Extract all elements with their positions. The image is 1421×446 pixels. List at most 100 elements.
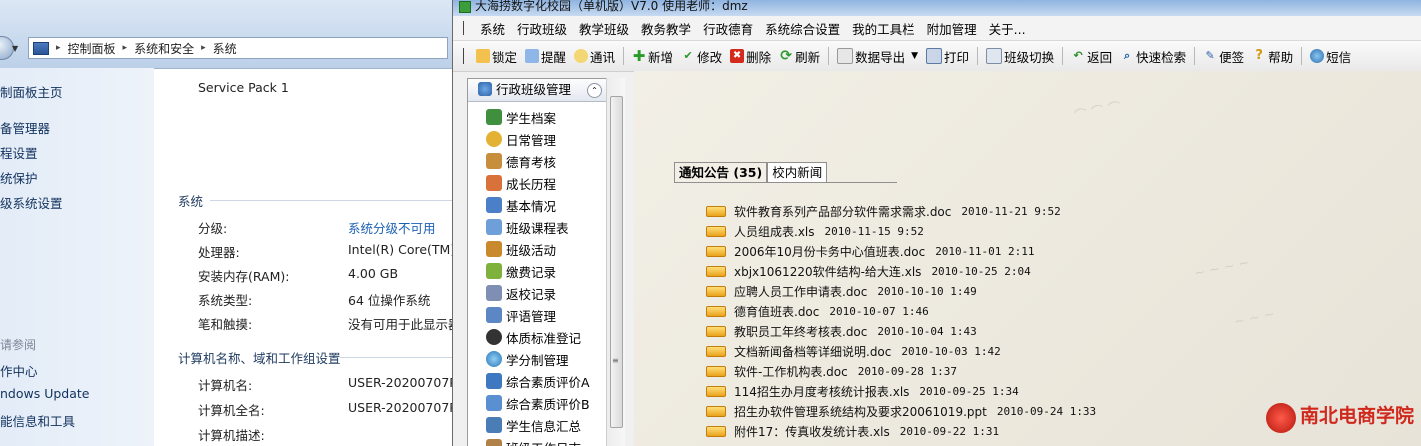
data-export-button[interactable]: 数据导出 bbox=[833, 47, 909, 66]
sms-button[interactable]: 短信 bbox=[1306, 47, 1355, 66]
list-item[interactable]: 软件-工作机构表.doc 2010-09-28 1:37 bbox=[706, 363, 957, 380]
list-item[interactable]: 德育值班表.doc 2010-10-07 1:46 bbox=[706, 303, 929, 320]
menu-teaching-class[interactable]: 教学班级 bbox=[573, 19, 635, 38]
list-item[interactable]: 2006年10月份卡务中心值班表.doc 2010-11-01 2:11 bbox=[706, 243, 1035, 260]
nav-item-moral-assessment[interactable]: 德育考核 bbox=[486, 150, 556, 172]
link-windows-update[interactable]: ndows Update bbox=[0, 386, 89, 401]
nav-item-student-summary[interactable]: 学生信息汇总 bbox=[486, 414, 581, 436]
export-dropdown-icon[interactable]: ▼ bbox=[911, 51, 918, 61]
computer-description-label: 计算机描述: bbox=[198, 428, 265, 443]
control-panel-sidebar: 制面板主页 备管理器 程设置 统保护 级系统设置 请参阅 作中心 ndows U… bbox=[0, 68, 154, 446]
link-remote-settings[interactable]: 程设置 bbox=[0, 143, 38, 162]
list-item[interactable]: 114招生办月度考核统计报表.xls 2010-09-25 1:34 bbox=[706, 383, 1019, 400]
plus-icon: ✚ bbox=[632, 47, 646, 65]
scrollbar-thumb[interactable] bbox=[610, 96, 623, 428]
tab-campus-news[interactable]: 校内新闻 bbox=[767, 162, 828, 182]
nav-item-class-timetable[interactable]: 班级课程表 bbox=[486, 216, 569, 238]
app-title: 大海捞数字化校园（单机版）V7.0 使用老师：dmz bbox=[475, 0, 748, 13]
list-item[interactable]: 软件教育系列产品部分软件需求需求.doc 2010-11-21 9:52 bbox=[706, 203, 1061, 220]
new-badge-icon bbox=[706, 366, 726, 377]
rating-label: 分级: bbox=[198, 221, 228, 236]
timetable-icon bbox=[486, 219, 502, 235]
new-badge-icon bbox=[706, 406, 726, 417]
menu-system-settings[interactable]: 系统综合设置 bbox=[759, 19, 846, 38]
breadcrumb-control-panel[interactable]: 控制面板 bbox=[68, 40, 116, 57]
list-item[interactable]: xbjx1061220软件结构-给大连.xls 2010-10-25 2:04 bbox=[706, 263, 1031, 280]
list-item[interactable]: 人员组成表.xls 2010-11-15 9:52 bbox=[706, 223, 924, 240]
menu-moral-education[interactable]: 行政德育 bbox=[697, 19, 759, 38]
processor-value: Intel(R) Core(TM) bbox=[348, 242, 452, 257]
menu-academic-affairs[interactable]: 教务教学 bbox=[635, 19, 697, 38]
nav-item-daily-management[interactable]: 日常管理 bbox=[486, 128, 556, 150]
computer-name-label: 计算机名: bbox=[198, 378, 253, 393]
breadcrumb-system[interactable]: 系统 bbox=[213, 40, 237, 57]
new-badge-icon bbox=[706, 426, 726, 437]
help-button[interactable]: ? 帮助 bbox=[1248, 47, 1297, 66]
menu-system[interactable]: 系统 bbox=[474, 19, 511, 38]
link-advanced-settings[interactable]: 级系统设置 bbox=[0, 193, 63, 212]
delete-button[interactable]: ✖ 删除 bbox=[726, 47, 775, 66]
system-section-heading: 系统 bbox=[178, 194, 204, 209]
scale-icon bbox=[486, 153, 502, 169]
pin-icon: ✎ bbox=[1205, 49, 1215, 62]
list-item[interactable]: 应聘人员工作申请表.doc 2010-10-10 1:49 bbox=[706, 283, 977, 300]
reminder-icon bbox=[525, 49, 540, 63]
rating-value-link[interactable]: 系统分级不可用 bbox=[348, 218, 436, 237]
activity-icon bbox=[486, 241, 502, 257]
sticky-note-button[interactable]: ✎ 便签 bbox=[1199, 47, 1248, 66]
list-item[interactable]: 附件17：传真收发统计表.xls 2010-09-22 1:31 bbox=[706, 423, 999, 440]
switch-class-button[interactable]: 班级切换 bbox=[982, 47, 1058, 66]
nav-item-quality-evaluation-b[interactable]: 综合素质评价B bbox=[486, 392, 590, 414]
nav-item-comments[interactable]: 评语管理 bbox=[486, 304, 556, 326]
menu-my-toolbar[interactable]: 我的工具栏 bbox=[846, 19, 921, 38]
list-item[interactable]: 文档新闻备档等详细说明.doc 2010-10-03 1:42 bbox=[706, 343, 1001, 360]
link-control-panel-home[interactable]: 制面板主页 bbox=[0, 82, 63, 101]
menu-extra-management[interactable]: 附加管理 bbox=[921, 19, 983, 38]
refresh-button[interactable]: ⟳ 刷新 bbox=[775, 47, 824, 66]
lock-button[interactable]: 锁定 bbox=[472, 47, 521, 66]
info-icon bbox=[486, 197, 502, 213]
link-performance-tools[interactable]: 能信息和工具 bbox=[0, 411, 75, 430]
back-icon: ↶ bbox=[1073, 49, 1083, 62]
menu-admin-class[interactable]: 行政班级 bbox=[511, 19, 573, 38]
print-button[interactable]: 打印 bbox=[922, 47, 973, 66]
nav-item-student-records[interactable]: 学生档案 bbox=[486, 106, 556, 128]
collapse-chevron-icon[interactable]: ⌃ bbox=[587, 83, 602, 98]
system-type-value: 64 位操作系统 bbox=[348, 293, 431, 308]
nav-item-growth-history[interactable]: 成长历程 bbox=[486, 172, 556, 194]
watermark-text: 南北电商学院 bbox=[1300, 405, 1415, 427]
forward-arrow-icon[interactable]: ▼ bbox=[12, 44, 18, 53]
new-badge-icon bbox=[706, 286, 726, 297]
nav-item-fee-records[interactable]: 缴费记录 bbox=[486, 260, 556, 282]
menu-about[interactable]: 关于... bbox=[983, 19, 1032, 38]
list-item[interactable]: 教职员工年终考核表.doc 2010-10-04 1:43 bbox=[706, 323, 977, 340]
link-device-manager[interactable]: 备管理器 bbox=[0, 118, 50, 137]
app-title-bar[interactable]: 大海捞数字化校园（单机版）V7.0 使用老师：dmz bbox=[453, 0, 1421, 16]
panel-scrollbar[interactable]: ≡ bbox=[606, 78, 625, 446]
nav-item-class-work-log[interactable]: 班级工作日志 bbox=[486, 436, 581, 446]
nav-item-credit-system[interactable]: 学分制管理 bbox=[486, 348, 569, 370]
nav-item-basic-info[interactable]: 基本情况 bbox=[486, 194, 556, 216]
breadcrumb-system-security[interactable]: 系统和安全 bbox=[134, 40, 194, 57]
nav-item-return-records[interactable]: 返校记录 bbox=[486, 282, 556, 304]
link-action-center[interactable]: 作中心 bbox=[0, 361, 38, 380]
system-type-label: 系统类型: bbox=[198, 293, 253, 308]
list-item[interactable]: 招生办软件管理系统结构及要求20061019.ppt 2010-09-24 1:3… bbox=[706, 403, 1096, 420]
ball-icon bbox=[486, 329, 502, 345]
back-button[interactable]: ↶ 返回 bbox=[1067, 47, 1116, 66]
nav-item-class-activities[interactable]: 班级活动 bbox=[486, 238, 556, 260]
nav-item-quality-evaluation-a[interactable]: 综合素质评价A bbox=[486, 370, 590, 392]
tab-notices[interactable]: 通知公告 (35) bbox=[674, 162, 768, 182]
breadcrumb[interactable]: ▸ 控制面板 ▸ 系统和安全 ▸ 系统 bbox=[28, 37, 448, 59]
contacts-button[interactable]: 通讯 bbox=[570, 47, 619, 66]
add-button[interactable]: ✚ 新增 bbox=[628, 47, 677, 66]
link-system-protection[interactable]: 统保护 bbox=[0, 168, 38, 187]
nav-item-fitness-registration[interactable]: 体质标准登记 bbox=[486, 326, 581, 348]
edit-button[interactable]: ✔ 修改 bbox=[677, 47, 726, 66]
reminder-button[interactable]: 提醒 bbox=[521, 47, 570, 66]
menu-bar: 系统 行政班级 教学班级 教务教学 行政德育 系统综合设置 我的工具栏 附加管理… bbox=[453, 16, 1421, 41]
student-records-icon bbox=[486, 109, 502, 125]
app-logo-icon bbox=[459, 1, 471, 13]
search-icon: ⌕ bbox=[1124, 49, 1131, 62]
quick-search-button[interactable]: ⌕ 快速检索 bbox=[1116, 47, 1190, 66]
